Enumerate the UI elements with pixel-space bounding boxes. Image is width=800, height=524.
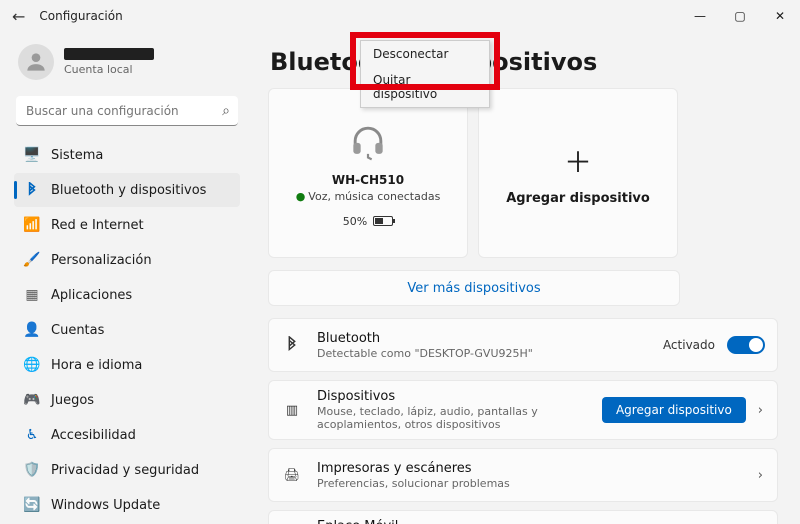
device-name: WH-CH510 bbox=[332, 173, 404, 187]
sidebar-item-accesibilidad[interactable]: ♿ Accesibilidad bbox=[14, 418, 240, 452]
chevron-right-icon[interactable]: › bbox=[756, 403, 765, 418]
page-title: Bluetooth y dispositivos bbox=[270, 48, 778, 76]
row-phone-title: Enlace Móvil bbox=[317, 519, 596, 524]
sidebar-item-privacidad-y-seguridad[interactable]: 🛡️ Privacidad y seguridad bbox=[14, 453, 240, 487]
sidebar-item-label: Sistema bbox=[51, 148, 103, 163]
row-devices[interactable]: ▥ Dispositivos Mouse, teclado, lápiz, au… bbox=[268, 380, 778, 440]
chevron-right-icon[interactable]: › bbox=[756, 468, 765, 483]
account-block[interactable]: Cuenta local bbox=[18, 44, 240, 80]
nav-icon: ♿ bbox=[24, 427, 40, 443]
sidebar-item-bluetooth-y-dispositivos[interactable]: Bluetooth y dispositivos bbox=[14, 173, 240, 207]
bluetooth-icon bbox=[281, 336, 303, 354]
row-bluetooth[interactable]: Bluetooth Detectable como "DESKTOP-GVU92… bbox=[268, 318, 778, 372]
minimize-button[interactable]: — bbox=[680, 0, 720, 32]
main-content: Bluetooth y dispositivos ⋯ WH-CH510 ●Voz… bbox=[250, 32, 800, 524]
nav-icon: ▦ bbox=[24, 287, 40, 303]
search-input[interactable] bbox=[16, 96, 238, 126]
nav-list: 🖥️ Sistema Bluetooth y dispositivos 📶 Red e … bbox=[14, 138, 240, 522]
bluetooth-state-label: Activado bbox=[663, 338, 715, 352]
add-device-button[interactable]: Agregar dispositivo bbox=[602, 397, 746, 423]
row-devices-title: Dispositivos bbox=[317, 389, 588, 404]
sidebar-item-label: Windows Update bbox=[51, 498, 160, 513]
sidebar-item-cuentas[interactable]: 👤 Cuentas bbox=[14, 313, 240, 347]
sidebar-item-windows-update[interactable]: 🔄 Windows Update bbox=[14, 488, 240, 522]
sidebar-item-sistema[interactable]: 🖥️ Sistema bbox=[14, 138, 240, 172]
row-bluetooth-title: Bluetooth bbox=[317, 331, 649, 346]
ctx-remove-device[interactable]: Quitar dispositivo bbox=[361, 67, 489, 107]
row-printers-sub: Preferencias, solucionar problemas bbox=[317, 477, 742, 490]
sidebar-item-label: Aplicaciones bbox=[51, 288, 132, 303]
plus-icon: ＋ bbox=[564, 141, 592, 181]
sidebar-item-label: Hora e idioma bbox=[51, 358, 142, 373]
sidebar-item-personalizaci-n[interactable]: 🖌️ Personalización bbox=[14, 243, 240, 277]
sidebar-item-label: Cuentas bbox=[51, 323, 104, 338]
nav-icon: 🎮 bbox=[24, 392, 40, 408]
back-button[interactable]: ← bbox=[12, 7, 25, 26]
sidebar-item-label: Juegos bbox=[51, 393, 94, 408]
nav-icon: 📶 bbox=[24, 217, 40, 233]
nav-icon: 🛡️ bbox=[24, 462, 40, 478]
nav-icon: 🖥️ bbox=[24, 147, 40, 163]
sidebar-item-label: Personalización bbox=[51, 253, 152, 268]
headphones-icon bbox=[346, 119, 390, 163]
row-phone-link[interactable]: 📱 Enlace Móvil Accede al instante a las … bbox=[268, 510, 778, 524]
add-device-label: Agregar dispositivo bbox=[506, 191, 650, 206]
window-title: Configuración bbox=[39, 9, 122, 23]
sidebar-item-label: Red e Internet bbox=[51, 218, 144, 233]
search-box[interactable]: ⌕ bbox=[16, 96, 238, 126]
device-context-menu: Desconectar Quitar dispositivo bbox=[360, 40, 490, 108]
sidebar-item-juegos[interactable]: 🎮 Juegos bbox=[14, 383, 240, 417]
battery-icon bbox=[373, 216, 393, 226]
close-button[interactable]: ✕ bbox=[760, 0, 800, 32]
row-printers[interactable]: 🖨 Impresoras y escáneres Preferencias, s… bbox=[268, 448, 778, 502]
avatar bbox=[18, 44, 54, 80]
row-devices-sub: Mouse, teclado, lápiz, audio, pantallas … bbox=[317, 405, 588, 431]
title-bar: ← Configuración — ▢ ✕ bbox=[0, 0, 800, 32]
sidebar-item-label: Accesibilidad bbox=[51, 428, 136, 443]
sidebar-item-hora-e-idioma[interactable]: 🌐 Hora e idioma bbox=[14, 348, 240, 382]
maximize-button[interactable]: ▢ bbox=[720, 0, 760, 32]
nav-icon: 🖌️ bbox=[24, 252, 40, 268]
sidebar: Cuenta local ⌕ 🖥️ Sistema Bluetooth y disp… bbox=[0, 32, 250, 524]
row-bluetooth-sub: Detectable como "DESKTOP-GVU925H" bbox=[317, 347, 649, 360]
nav-icon: 👤 bbox=[24, 322, 40, 338]
user-icon bbox=[23, 49, 49, 75]
nav-icon: 🔄 bbox=[24, 497, 40, 513]
bluetooth-icon bbox=[24, 182, 40, 198]
device-card[interactable]: ⋯ WH-CH510 ●Voz, música conectadas 50% bbox=[268, 88, 468, 258]
sidebar-item-label: Privacidad y seguridad bbox=[51, 463, 199, 478]
printer-icon: 🖨 bbox=[281, 468, 303, 483]
see-more-devices-link[interactable]: Ver más dispositivos bbox=[268, 270, 680, 306]
row-printers-title: Impresoras y escáneres bbox=[317, 461, 742, 476]
nav-icon: 🌐 bbox=[24, 357, 40, 373]
device-battery: 50% bbox=[343, 215, 393, 228]
sidebar-item-label: Bluetooth y dispositivos bbox=[51, 183, 206, 198]
account-type: Cuenta local bbox=[64, 63, 154, 76]
ctx-disconnect[interactable]: Desconectar bbox=[361, 41, 489, 67]
sidebar-item-red-e-internet[interactable]: 📶 Red e Internet bbox=[14, 208, 240, 242]
sidebar-item-aplicaciones[interactable]: ▦ Aplicaciones bbox=[14, 278, 240, 312]
search-icon: ⌕ bbox=[222, 103, 230, 119]
account-name-redacted bbox=[64, 48, 154, 60]
devices-icon: ▥ bbox=[281, 403, 303, 418]
add-device-card[interactable]: ＋ Agregar dispositivo bbox=[478, 88, 678, 258]
device-status: ●Voz, música conectadas bbox=[296, 190, 441, 203]
bluetooth-toggle[interactable] bbox=[727, 336, 765, 354]
